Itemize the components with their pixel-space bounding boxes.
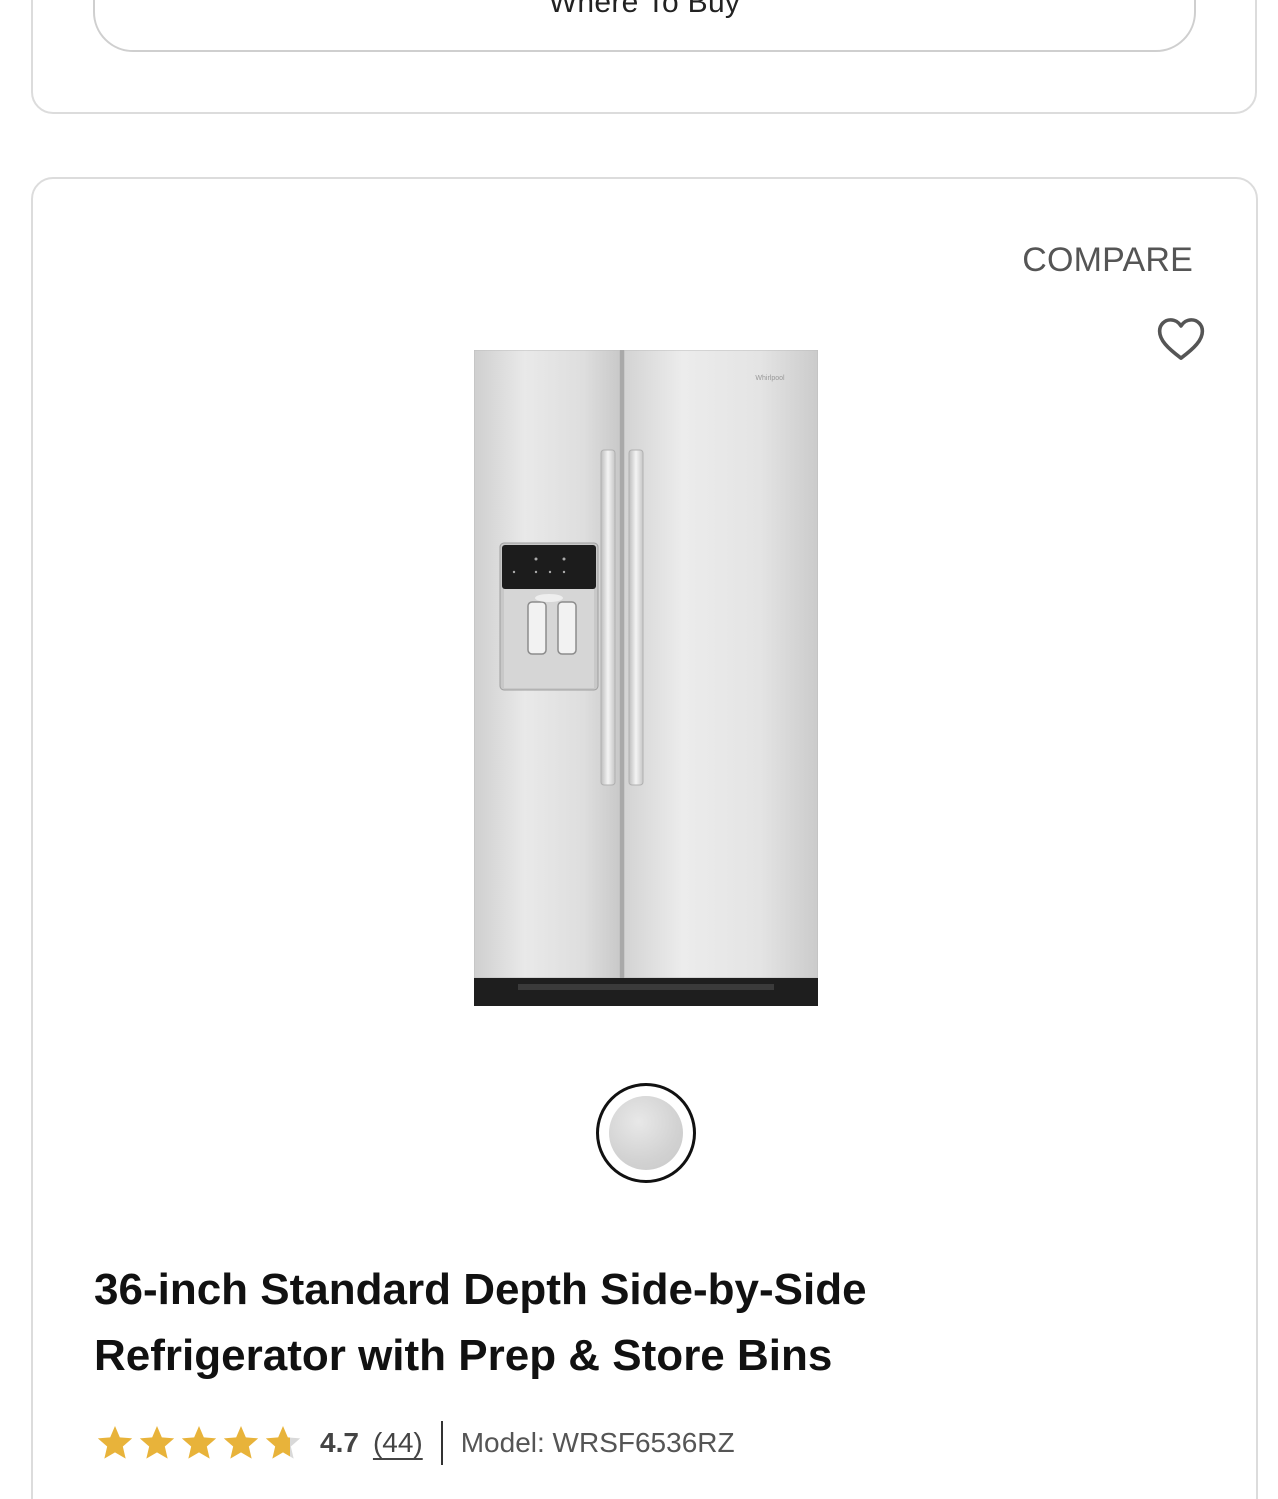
star-icon [139, 1426, 175, 1459]
heart-icon[interactable] [1154, 312, 1208, 366]
color-swatch-stainless[interactable] [596, 1083, 696, 1183]
review-count-link[interactable]: (44) [373, 1427, 423, 1459]
product-title[interactable]: 36-inch Standard Depth Side-by-Side Refr… [94, 1257, 1094, 1389]
rating-row: 4.7 (44) Model: WRSF6536RZ [94, 1415, 735, 1471]
divider [440, 1421, 443, 1465]
rating-value: 4.7 [320, 1427, 359, 1458]
product-card: COMPARE Whirlpool 36-inch Standard Depth… [31, 177, 1258, 1499]
product-image[interactable]: Whirlpool [474, 350, 818, 1010]
swatch-fill [609, 1096, 683, 1170]
star-rating[interactable] [94, 1423, 304, 1463]
svg-text:Whirlpool: Whirlpool [755, 375, 785, 382]
star-icon [265, 1426, 301, 1459]
where-to-buy-button[interactable]: Where To Buy [93, 0, 1196, 52]
star-icon [97, 1426, 133, 1459]
star-icon [223, 1426, 259, 1459]
compare-link[interactable]: COMPARE [1022, 241, 1193, 280]
page: Where To Buy COMPARE Whirlpool 36-inch S… [0, 0, 1278, 1499]
star-icon [181, 1426, 217, 1459]
model-number: Model: WRSF6536RZ [460, 1427, 735, 1458]
